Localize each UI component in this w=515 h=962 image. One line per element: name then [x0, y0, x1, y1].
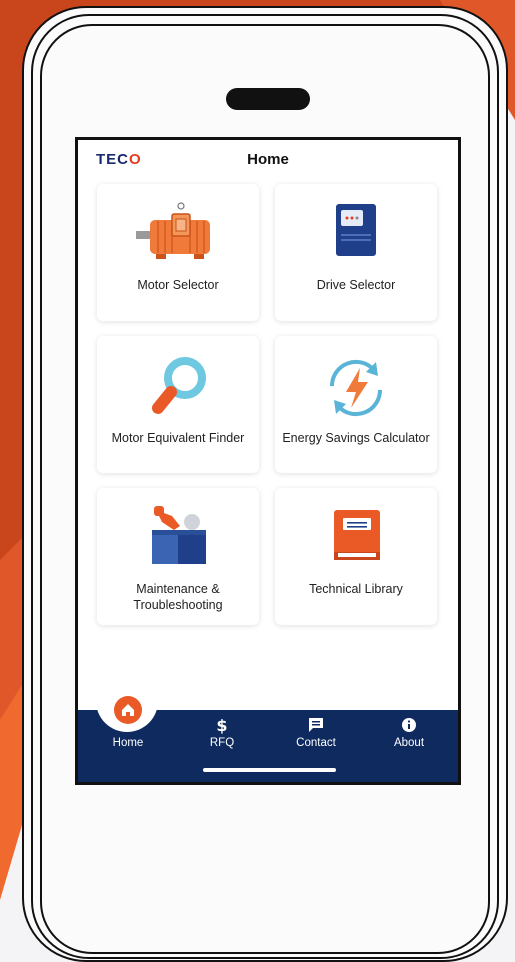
- app-screen: TECO Home Motor Selector Drive Selector …: [75, 137, 461, 785]
- card-motor-equivalent-finder[interactable]: Motor Equivalent Finder: [97, 336, 259, 473]
- svg-text:$: $: [216, 716, 227, 734]
- card-label: Motor Selector: [137, 278, 219, 292]
- magnifier-icon: [152, 357, 206, 414]
- phone-speaker: [226, 88, 310, 110]
- card-energy-savings-calculator[interactable]: Energy Savings Calculator: [275, 336, 437, 473]
- drive-icon: [336, 204, 376, 256]
- energy-icon: [329, 359, 383, 417]
- page-title: Home: [247, 151, 289, 168]
- card-label: Drive Selector: [316, 278, 396, 292]
- message-icon: [309, 718, 323, 732]
- motor-icon: [136, 202, 210, 259]
- dollar-icon: $: [216, 716, 227, 734]
- card-technical-library[interactable]: Technical Library: [275, 488, 437, 625]
- nav-label: Contact: [296, 737, 336, 749]
- card-drive-selector[interactable]: Drive Selector: [275, 184, 437, 321]
- info-icon: [402, 718, 416, 732]
- card-label: Maintenance & Troubleshooting: [133, 582, 223, 612]
- card-label: Energy Savings Calculator: [282, 431, 430, 445]
- nav-label: Home: [112, 737, 144, 749]
- card-label: Technical Library: [309, 582, 403, 596]
- bottom-nav: Home $ RFQ Contact About: [78, 692, 458, 782]
- nav-label: About: [393, 737, 425, 749]
- card-motor-selector[interactable]: Motor Selector: [97, 184, 259, 321]
- nav-label: RFQ: [209, 737, 235, 749]
- card-label: Motor Equivalent Finder: [111, 431, 245, 445]
- toolbox-icon: [152, 506, 206, 564]
- book-icon: [334, 510, 380, 560]
- home-indicator: [203, 768, 336, 772]
- card-maintenance-troubleshooting[interactable]: Maintenance & Troubleshooting: [97, 488, 259, 625]
- home-icon[interactable]: [114, 696, 142, 724]
